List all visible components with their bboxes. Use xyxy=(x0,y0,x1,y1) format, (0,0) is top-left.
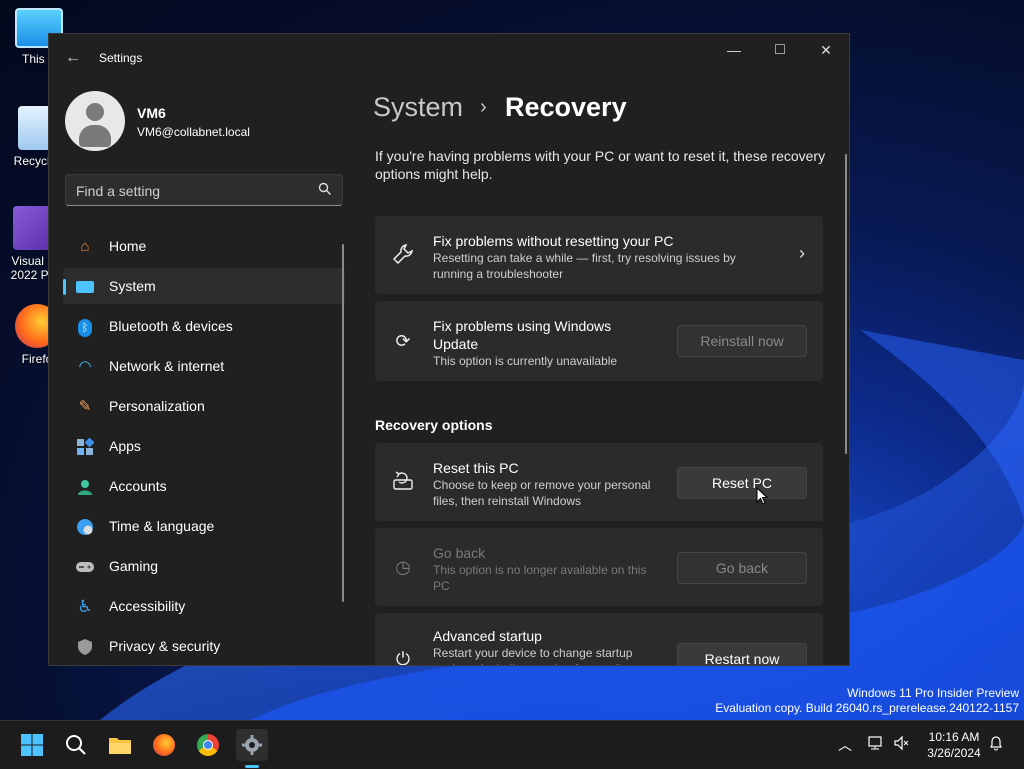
avatar[interactable] xyxy=(65,91,125,151)
nav-item-accessibility[interactable]: ♿ Accessibility xyxy=(63,588,345,624)
nav-item-label: Home xyxy=(109,238,147,254)
reset-pc-icon xyxy=(391,470,415,494)
card-description: This option is currently unavailable xyxy=(433,354,618,368)
notification-bell-icon[interactable] xyxy=(988,735,1004,754)
system-icon xyxy=(75,277,95,297)
card-description: Resetting can take a while — first, try … xyxy=(433,251,736,281)
history-icon: ◷ xyxy=(395,557,411,577)
start-icon[interactable] xyxy=(16,729,48,761)
wifi-icon: ◠ xyxy=(78,358,92,375)
card-description: Choose to keep or remove your personal f… xyxy=(433,478,651,508)
close-button[interactable]: ✕ xyxy=(803,34,849,66)
network-icon[interactable] xyxy=(868,735,884,754)
settings-icon[interactable] xyxy=(236,729,268,768)
clock-time: 10:16 AM xyxy=(928,730,980,744)
nav-list: ⌂ Home System ᛒ Bluetooth & devices ◠ Ne… xyxy=(63,228,345,665)
restart-now-button[interactable]: Restart now xyxy=(677,643,807,665)
avatar-head-icon xyxy=(86,103,104,121)
taskbar-clock[interactable]: 10:16 AM 3/26/2024 xyxy=(921,729,987,761)
taskbar: ︿ 10:16 AM 3/26/2024 xyxy=(0,720,1024,769)
nav-item-time-language[interactable]: Time & language xyxy=(63,508,345,544)
go-back-button[interactable]: Go back xyxy=(677,552,807,584)
nav-item-home[interactable]: ⌂ Home xyxy=(63,228,345,264)
breadcrumb-parent[interactable]: System xyxy=(373,92,463,123)
nav-item-label: Accounts xyxy=(109,478,167,494)
nav-item-label: Network & internet xyxy=(109,358,225,374)
nav-scrollbar[interactable] xyxy=(342,244,344,602)
nav-item-privacy[interactable]: Privacy & security xyxy=(63,628,345,664)
nav-item-personalization[interactable]: ✎ Personalization xyxy=(63,388,345,424)
bluetooth-icon: ᛒ xyxy=(75,317,95,337)
back-arrow-icon[interactable]: ← xyxy=(63,48,83,68)
nav-item-label: Bluetooth & devices xyxy=(109,318,233,334)
card-title: Fix problems without resetting your PC xyxy=(433,233,674,249)
file-explorer-icon[interactable] xyxy=(104,729,136,761)
accounts-icon xyxy=(75,477,95,497)
search-icon[interactable] xyxy=(60,729,92,761)
title-bar[interactable]: ← Settings — □ ✕ xyxy=(49,34,849,82)
firefox-icon[interactable] xyxy=(148,729,180,761)
card-advanced-startup: ⏻ Advanced startup Restart your device t… xyxy=(375,613,823,666)
nav-item-label: Personalization xyxy=(109,398,205,414)
card-title: Go back xyxy=(433,545,486,561)
shield-icon xyxy=(75,637,95,657)
nav-item-label: Time & language xyxy=(109,518,215,534)
window-title: Settings xyxy=(99,51,143,65)
page-title: Recovery xyxy=(505,92,627,122)
nav-item-system[interactable]: System xyxy=(63,268,345,304)
nav-item-accounts[interactable]: Accounts xyxy=(63,468,345,504)
apps-icon xyxy=(75,437,95,457)
watermark-line2: Evaluation copy. Build 26040.rs_prerelea… xyxy=(715,701,1019,715)
chevron-up-icon[interactable]: ︿ xyxy=(838,735,852,755)
search-input[interactable]: Find a setting xyxy=(65,174,343,206)
settings-window: ← Settings — □ ✕ VM6 VM6@collabnet.local… xyxy=(48,33,850,666)
account-email: VM6@collabnet.local xyxy=(137,125,250,139)
avatar-body-icon xyxy=(79,125,111,147)
accessibility-icon: ♿ xyxy=(77,597,93,616)
chevron-right-icon: › xyxy=(799,243,805,263)
home-icon: ⌂ xyxy=(80,238,90,255)
nav-item-gaming[interactable]: Gaming xyxy=(63,548,345,584)
watermark-line1: Windows 11 Pro Insider Preview xyxy=(847,686,1019,700)
reinstall-now-button[interactable]: Reinstall now xyxy=(677,325,807,357)
nav-item-bluetooth[interactable]: ᛒ Bluetooth & devices xyxy=(63,308,345,344)
nav-item-label: Gaming xyxy=(109,558,159,574)
mouse-cursor-icon xyxy=(756,487,768,505)
nav-item-label: Accessibility xyxy=(109,598,186,614)
intro-text: If you're having problems with your PC o… xyxy=(375,148,826,182)
recycle-bin-icon xyxy=(18,106,52,150)
nav-item-label: Apps xyxy=(109,438,141,454)
minimize-button[interactable]: — xyxy=(711,34,757,66)
power-gear-icon: ⏻ xyxy=(395,649,411,666)
nav-item-apps[interactable]: Apps xyxy=(63,428,345,464)
nav-item-label: Privacy & security xyxy=(109,638,221,654)
card-title: Advanced startup xyxy=(433,628,542,644)
card-description: This option is no longer available on th… xyxy=(433,563,647,593)
section-heading-recovery-options: Recovery options xyxy=(375,417,493,433)
search-icon[interactable] xyxy=(318,182,332,199)
gamepad-icon xyxy=(75,557,95,577)
nav-item-network[interactable]: ◠ Network & internet xyxy=(63,348,345,384)
wrench-icon xyxy=(391,243,415,267)
clock-date: 3/26/2024 xyxy=(927,746,981,760)
globe-clock-icon xyxy=(75,517,95,537)
search-placeholder: Find a setting xyxy=(76,183,161,199)
reset-pc-button[interactable]: Reset PC xyxy=(677,467,807,499)
breadcrumb-chevron-icon: › xyxy=(480,96,487,118)
chrome-icon[interactable] xyxy=(192,729,224,761)
card-reset-pc: Reset this PC Choose to keep or remove y… xyxy=(375,443,823,521)
card-title: Fix problems using Windows Update xyxy=(433,318,612,352)
sync-icon: ⟳ xyxy=(395,331,411,351)
card-fix-without-reset[interactable]: Fix problems without resetting your PC R… xyxy=(375,216,823,294)
card-description: Restart your device to change startup se… xyxy=(433,646,647,665)
content-scrollbar[interactable] xyxy=(845,154,847,454)
volume-muted-icon[interactable] xyxy=(893,735,909,754)
paintbrush-icon: ✎ xyxy=(78,398,92,415)
card-fix-using-update: ⟳ Fix problems using Windows Update This… xyxy=(375,301,823,381)
maximize-button[interactable]: □ xyxy=(757,34,803,66)
nav-item-label: System xyxy=(109,278,156,294)
card-title: Reset this PC xyxy=(433,460,519,476)
card-go-back: ◷ Go back This option is no longer avail… xyxy=(375,528,823,606)
account-name: VM6 xyxy=(137,105,166,121)
